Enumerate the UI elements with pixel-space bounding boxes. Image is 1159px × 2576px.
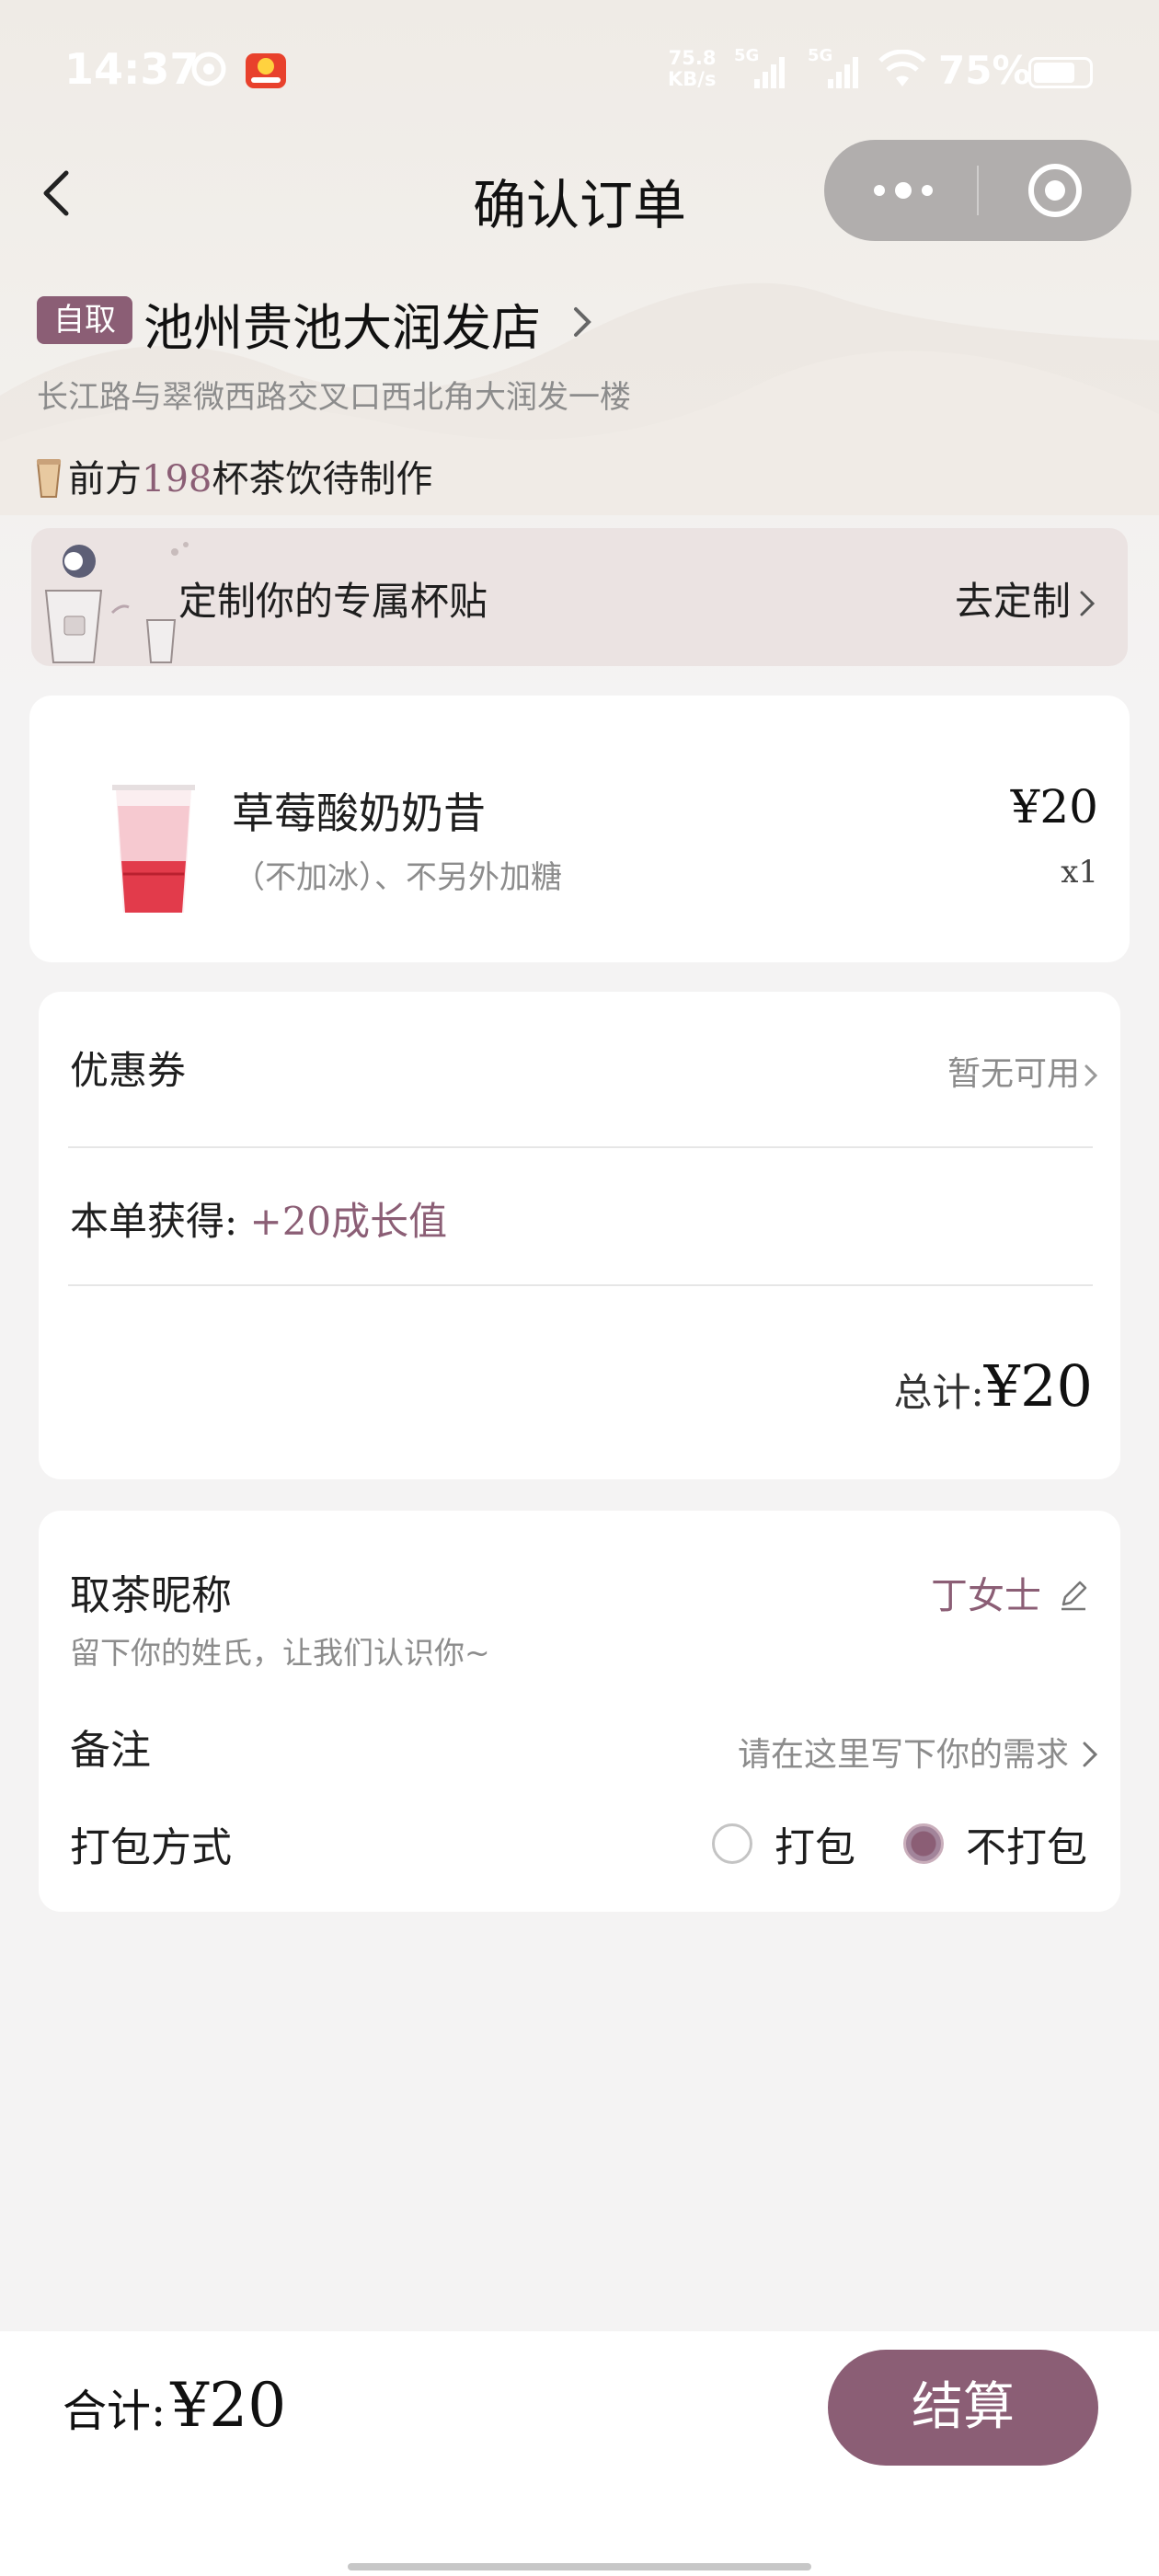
product-spec: （不加冰）、不另外加糖 bbox=[234, 859, 562, 896]
status-bar: 14:37 75.8 KB/s 5G 5G 75% bbox=[0, 0, 1159, 147]
edit-pencil-icon[interactable] bbox=[1058, 1579, 1089, 1612]
capsule-divider bbox=[977, 166, 979, 215]
customize-link[interactable]: 去定制 bbox=[955, 570, 1096, 627]
pickup-tag: 自取 bbox=[37, 296, 132, 344]
queue-status: 前方198杯茶饮待制作 bbox=[35, 449, 432, 502]
chevron-right-icon bbox=[1083, 1742, 1098, 1767]
mini-program-capsule bbox=[824, 140, 1131, 241]
product-price: ¥20 bbox=[1010, 780, 1098, 834]
network-speed: 75.8 KB/s bbox=[668, 47, 717, 90]
sticker-illustration bbox=[44, 542, 189, 663]
product-card: 草莓酸奶奶昔 （不加冰）、不另外加糖 ¥20 x1 bbox=[29, 696, 1130, 962]
remark-input[interactable]: 请在这里写下你的需求 bbox=[738, 1728, 1098, 1776]
product-image bbox=[112, 785, 195, 913]
queue-count: 198 bbox=[142, 458, 212, 500]
nickname-field[interactable]: 丁女士 bbox=[931, 1566, 1089, 1619]
radio-unchecked[interactable] bbox=[712, 1823, 752, 1864]
chevron-right-icon bbox=[1080, 591, 1096, 616]
store-name[interactable]: 池州贵池大润发店 bbox=[143, 287, 541, 360]
sticker-banner-text: 定制你的专属杯贴 bbox=[178, 579, 488, 624]
status-time: 14:37 bbox=[64, 44, 200, 94]
sum-total: 合计: ¥20 bbox=[63, 2370, 287, 2441]
more-options-icon[interactable] bbox=[866, 166, 940, 215]
divider bbox=[68, 1284, 1093, 1286]
chevron-right-icon[interactable] bbox=[570, 304, 594, 340]
packing-label: 打包方式 bbox=[70, 1824, 232, 1871]
battery-percent: 75% bbox=[938, 48, 1031, 93]
pack-option-takeaway[interactable]: 打包 bbox=[712, 1814, 855, 1873]
remark-label: 备注 bbox=[70, 1727, 151, 1774]
chevron-right-icon bbox=[1084, 1064, 1098, 1087]
product-quantity: x1 bbox=[1061, 854, 1098, 891]
growth-value-earned: 本单获得: +20成长值 bbox=[70, 1199, 448, 1244]
pack-option-no-pack[interactable]: 不打包 bbox=[903, 1814, 1087, 1873]
checkout-button[interactable]: 结算 bbox=[828, 2350, 1098, 2466]
nickname-hint: 留下你的姓氏，让我们认识你~ bbox=[70, 1635, 490, 1671]
coupon-selector[interactable]: 暂无可用 bbox=[947, 1047, 1098, 1095]
nickname-label: 取茶昵称 bbox=[70, 1572, 232, 1619]
radio-checked[interactable] bbox=[903, 1823, 944, 1864]
close-mini-program-icon[interactable] bbox=[1025, 160, 1085, 221]
milk-tea-cup-icon bbox=[36, 459, 62, 498]
cell-signal-1: 5G bbox=[734, 46, 789, 96]
divider bbox=[68, 1146, 1093, 1148]
wifi-icon bbox=[878, 50, 926, 86]
battery-icon bbox=[1028, 57, 1093, 88]
product-name: 草莓酸奶奶昔 bbox=[232, 788, 486, 838]
cell-signal-2: 5G bbox=[808, 46, 863, 96]
cup-sticker-banner[interactable]: 定制你的专属杯贴 去定制 bbox=[31, 528, 1128, 666]
app-notification-icon bbox=[191, 52, 226, 86]
order-total: 总计:¥20 bbox=[893, 1352, 1094, 1420]
store-address: 长江路与翠微西路交叉口西北角大润发一楼 bbox=[37, 379, 631, 416]
shopping-app-icon bbox=[246, 53, 286, 88]
coupon-label: 优惠券 bbox=[70, 1048, 187, 1093]
home-indicator[interactable] bbox=[348, 2563, 811, 2570]
